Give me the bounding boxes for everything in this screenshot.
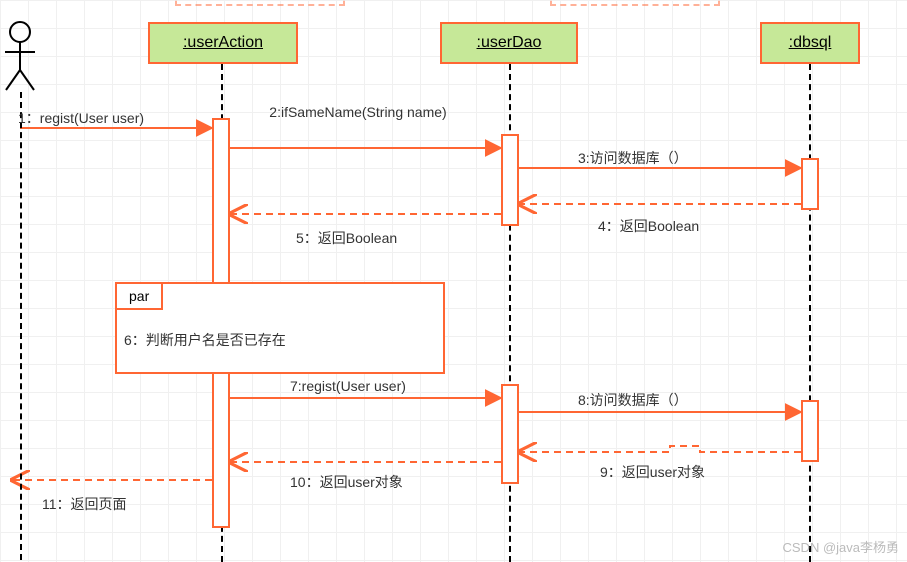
- actor-lifeline: [20, 92, 22, 560]
- lifeline-dbsql-label: :dbsql: [789, 34, 832, 51]
- activation-dbsql-1: [801, 158, 819, 210]
- lifeline-userdao: :userDao: [440, 22, 578, 64]
- activation-dbsql-2: [801, 400, 819, 462]
- dbsql-lifeline: [809, 64, 811, 562]
- par-tab: par: [115, 282, 163, 310]
- lifeline-userdao-label: :userDao: [477, 34, 542, 51]
- diagram-canvas: [0, 0, 907, 562]
- msg-9-label: 9：返回user对象: [600, 462, 705, 482]
- actor-icon: [5, 22, 35, 90]
- lifeline-useraction-label: :userAction: [183, 34, 263, 51]
- par-tab-label: par: [129, 288, 149, 304]
- par-fragment: par: [115, 282, 445, 374]
- activation-userdao-1: [501, 134, 519, 226]
- msg-2-label: 2:ifSameName(String name): [258, 104, 458, 120]
- msg-10-label: 10：返回user对象: [290, 472, 403, 492]
- lifeline-useraction: :userAction: [148, 22, 298, 64]
- msg-9-arrow: [519, 446, 801, 452]
- activation-userdao-2: [501, 384, 519, 484]
- msg-11-label: 11：返回页面: [42, 494, 127, 514]
- msg-6-label: 6：判断用户名是否已存在: [124, 330, 286, 350]
- msg-8-label: 8:访问数据库（）: [578, 390, 688, 410]
- msg-1-label: 1：regist(User user): [18, 108, 144, 128]
- msg-5-label: 5：返回Boolean: [296, 228, 397, 248]
- watermark: CSDN @java李杨勇: [783, 537, 900, 556]
- lifeline-dbsql: :dbsql: [760, 22, 860, 64]
- msg-4-label: 4：返回Boolean: [598, 216, 699, 236]
- msg-7-label: 7:regist(User user): [290, 378, 406, 394]
- msg-3-label: 3:访问数据库（）: [578, 148, 688, 168]
